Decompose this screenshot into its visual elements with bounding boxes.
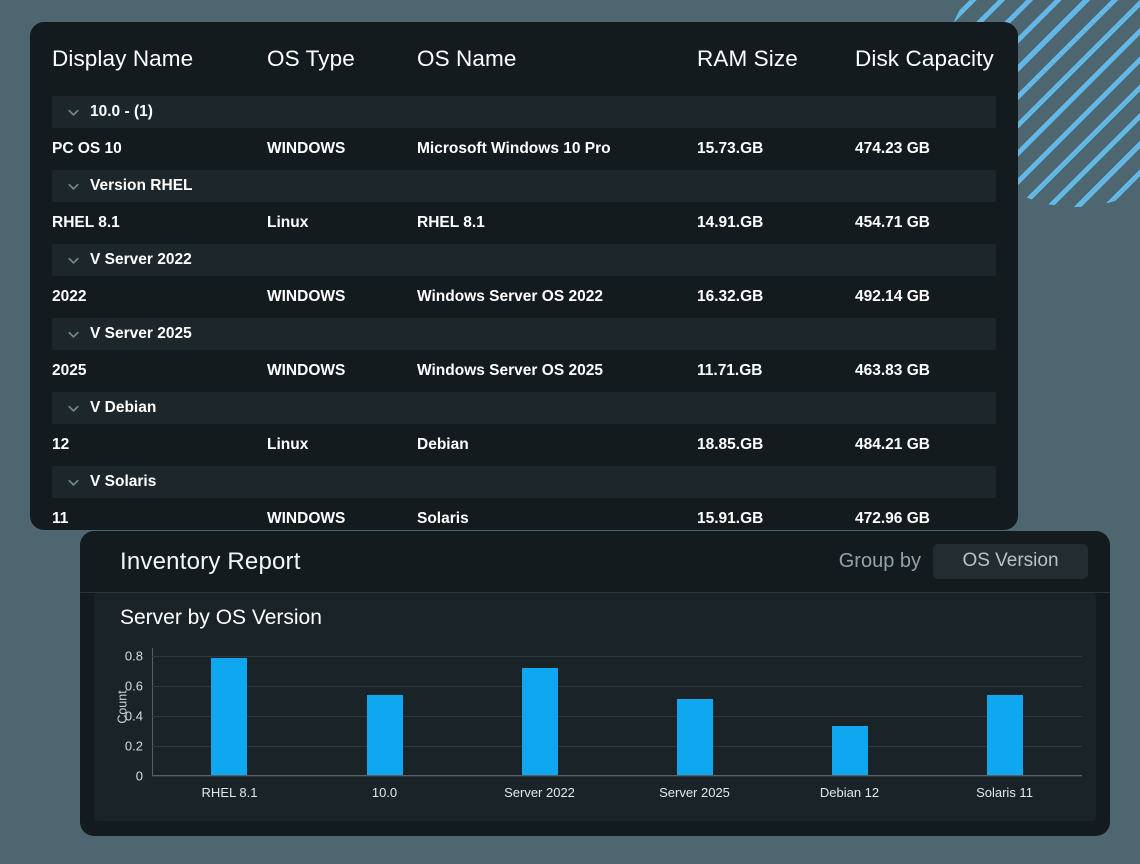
table-header-row: Display Name OS Type OS Name RAM Size Di… xyxy=(30,22,1018,96)
x-axis-tick-label: Debian 12 xyxy=(820,785,879,800)
cell-disk-capacity: 474.23 GB xyxy=(855,140,1018,158)
chart-container: Server by OS Version Count 00.20.40.60.8… xyxy=(94,593,1096,821)
cell-os-type: Linux xyxy=(267,436,417,454)
y-axis-tick-label: 0.6 xyxy=(125,678,143,693)
cell-os-type: Linux xyxy=(267,214,417,232)
cell-os-type: WINDOWS xyxy=(267,510,417,528)
report-title: Inventory Report xyxy=(120,548,301,576)
cell-os-name: RHEL 8.1 xyxy=(417,214,697,232)
chevron-down-icon[interactable] xyxy=(66,475,81,490)
table-group-row[interactable]: V Debian xyxy=(52,392,996,424)
table-row[interactable]: 2022WINDOWSWindows Server OS 202216.32.G… xyxy=(30,276,1018,318)
table-group-row[interactable]: V Server 2025 xyxy=(52,318,996,350)
y-axis-tick-label: 0 xyxy=(136,769,143,784)
column-header-os-name: OS Name xyxy=(417,46,697,72)
x-axis-tick-label: 10.0 xyxy=(372,785,397,800)
cell-os-type: WINDOWS xyxy=(267,140,417,158)
column-header-display-name: Display Name xyxy=(52,46,267,72)
y-axis-tick-label: 0.8 xyxy=(125,648,143,663)
x-axis-tick-label: Solaris 11 xyxy=(976,785,1033,800)
cell-disk-capacity: 484.21 GB xyxy=(855,436,1018,454)
cell-ram-size: 18.85.GB xyxy=(697,436,855,454)
chart-gridline xyxy=(152,686,1082,687)
chart-gridline xyxy=(152,656,1082,657)
table-group-row[interactable]: V Server 2022 xyxy=(52,244,996,276)
cell-disk-capacity: 454.71 GB xyxy=(855,214,1018,232)
chart-title: Server by OS Version xyxy=(120,606,322,630)
x-axis-tick-label: Server 2025 xyxy=(659,785,730,800)
y-axis-tick-label: 0.2 xyxy=(125,738,143,753)
table-row[interactable]: 11WINDOWSSolaris15.91.GB472.96 GB xyxy=(30,498,1018,530)
chart-bar[interactable] xyxy=(987,695,1023,775)
report-header: Inventory Report Group by OS Version xyxy=(80,531,1110,593)
table-group-row[interactable]: V Solaris xyxy=(52,466,996,498)
chart-gridline xyxy=(152,746,1082,747)
cell-display-name: 11 xyxy=(52,510,267,528)
column-header-disk-capacity: Disk Capacity xyxy=(855,46,1018,72)
cell-disk-capacity: 463.83 GB xyxy=(855,362,1018,380)
cell-disk-capacity: 492.14 GB xyxy=(855,288,1018,306)
cell-os-name: Solaris xyxy=(417,510,697,528)
inventory-table-card: Display Name OS Type OS Name RAM Size Di… xyxy=(30,22,1018,530)
cell-display-name: 2022 xyxy=(52,288,267,306)
cell-os-name: Windows Server OS 2025 xyxy=(417,362,697,380)
cell-ram-size: 16.32.GB xyxy=(697,288,855,306)
cell-disk-capacity: 472.96 GB xyxy=(855,510,1018,528)
table-row[interactable]: PC OS 10WINDOWSMicrosoft Windows 10 Pro1… xyxy=(30,128,1018,170)
chevron-down-icon[interactable] xyxy=(66,105,81,120)
cell-os-type: WINDOWS xyxy=(267,362,417,380)
x-axis-tick-label: Server 2022 xyxy=(504,785,575,800)
table-row[interactable]: 12LinuxDebian18.85.GB484.21 GB xyxy=(30,424,1018,466)
cell-display-name: 2025 xyxy=(52,362,267,380)
chart-plot-area: 00.20.40.60.8RHEL 8.110.0Server 2022Serv… xyxy=(152,648,1082,776)
chart-bar[interactable] xyxy=(522,668,558,775)
chevron-down-icon[interactable] xyxy=(66,401,81,416)
chart-gridline xyxy=(152,776,1082,777)
table-group-label: V Solaris xyxy=(90,473,156,491)
y-axis-line xyxy=(152,648,153,776)
cell-display-name: RHEL 8.1 xyxy=(52,214,267,232)
table-group-label: V Debian xyxy=(90,399,156,417)
table-row[interactable]: RHEL 8.1LinuxRHEL 8.114.91.GB454.71 GB xyxy=(30,202,1018,244)
inventory-report-card: Inventory Report Group by OS Version Ser… xyxy=(80,531,1110,836)
table-group-label: 10.0 - (1) xyxy=(90,103,153,121)
chart-bar[interactable] xyxy=(367,695,403,775)
chart-gridline xyxy=(152,716,1082,717)
chevron-down-icon[interactable] xyxy=(66,179,81,194)
cell-os-type: WINDOWS xyxy=(267,288,417,306)
chart-bar[interactable] xyxy=(832,726,868,775)
cell-ram-size: 11.71.GB xyxy=(697,362,855,380)
cell-display-name: 12 xyxy=(52,436,267,454)
x-axis-tick-label: RHEL 8.1 xyxy=(202,785,258,800)
table-group-row[interactable]: Version RHEL xyxy=(52,170,996,202)
group-by-control: Group by OS Version xyxy=(839,544,1088,579)
column-header-os-type: OS Type xyxy=(267,46,417,72)
cell-os-name: Debian xyxy=(417,436,697,454)
chart-bar[interactable] xyxy=(211,658,247,775)
table-group-label: V Server 2022 xyxy=(90,251,192,269)
cell-ram-size: 14.91.GB xyxy=(697,214,855,232)
cell-os-name: Microsoft Windows 10 Pro xyxy=(417,140,697,158)
table-row[interactable]: 2025WINDOWSWindows Server OS 202511.71.G… xyxy=(30,350,1018,392)
column-header-ram-size: RAM Size xyxy=(697,46,855,72)
table-body: 10.0 - (1)PC OS 10WINDOWSMicrosoft Windo… xyxy=(30,96,1018,530)
chevron-down-icon[interactable] xyxy=(66,253,81,268)
cell-display-name: PC OS 10 xyxy=(52,140,267,158)
table-group-row[interactable]: 10.0 - (1) xyxy=(52,96,996,128)
cell-os-name: Windows Server OS 2022 xyxy=(417,288,697,306)
group-by-label: Group by xyxy=(839,550,921,573)
cell-ram-size: 15.91.GB xyxy=(697,510,855,528)
table-group-label: V Server 2025 xyxy=(90,325,192,343)
table-group-label: Version RHEL xyxy=(90,177,193,195)
group-by-select[interactable]: OS Version xyxy=(933,544,1088,579)
chevron-down-icon[interactable] xyxy=(66,327,81,342)
chart-bar[interactable] xyxy=(677,699,713,775)
y-axis-tick-label: 0.4 xyxy=(125,708,143,723)
cell-ram-size: 15.73.GB xyxy=(697,140,855,158)
